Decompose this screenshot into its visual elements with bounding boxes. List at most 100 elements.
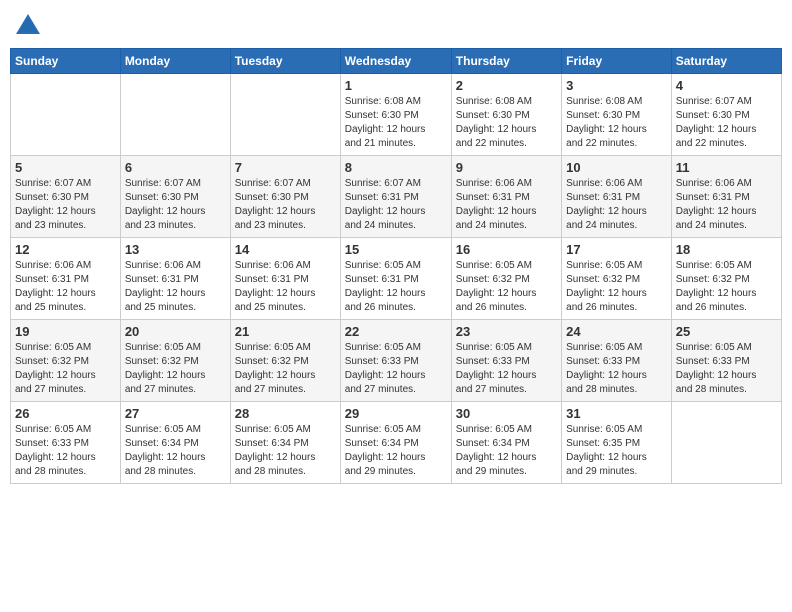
week-row-4: 19 Sunrise: 6:05 AM Sunset: 6:32 PM Dayli…: [11, 320, 782, 402]
day-number: 10: [566, 160, 667, 175]
day-info: Sunrise: 6:05 AM Sunset: 6:32 PM Dayligh…: [235, 341, 336, 397]
calendar-cell: 18Sunrise: 6:05 AM Sunset: 6:32 PM Dayli…: [671, 238, 781, 320]
day-number: 2: [456, 78, 557, 93]
logo: [14, 10, 46, 40]
day-number: 9: [456, 160, 557, 175]
day-number: 21: [235, 324, 336, 339]
day-number: 30: [456, 406, 557, 421]
day-number: 22: [345, 324, 447, 339]
weekday-header-thursday: Thursday: [451, 49, 561, 74]
day-info: Sunrise: 6:06 AM Sunset: 6:31 PM Dayligh…: [456, 177, 557, 233]
day-info: Sunrise: 6:05 AM Sunset: 6:33 PM Dayligh…: [15, 423, 116, 479]
weekday-header-row: SundayMondayTuesdayWednesdayThursdayFrid…: [11, 49, 782, 74]
calendar-cell: 1 Sunrise: 6:08 AM Sunset: 6:30 PM Daylig…: [340, 74, 451, 156]
day-number: 4: [676, 78, 777, 93]
calendar-cell: 14Sunrise: 6:06 AM Sunset: 6:31 PM Dayli…: [230, 238, 340, 320]
page-header: [10, 10, 782, 40]
calendar-cell: 26 Sunrise: 6:05 AM Sunset: 6:33 PM Dayli…: [11, 402, 121, 484]
week-row-5: 26 Sunrise: 6:05 AM Sunset: 6:33 PM Dayli…: [11, 402, 782, 484]
day-number: 24: [566, 324, 667, 339]
calendar-cell: 15 Sunrise: 6:05 AM Sunset: 6:31 PM Dayli…: [340, 238, 451, 320]
day-number: 16: [456, 242, 557, 257]
day-info: Sunrise: 6:05 AM Sunset: 6:33 PM Dayligh…: [566, 341, 667, 397]
day-info: Sunrise: 6:05 AM Sunset: 6:34 PM Dayligh…: [456, 423, 557, 479]
day-number: 28: [235, 406, 336, 421]
calendar-cell: 7 Sunrise: 6:07 AM Sunset: 6:30 PM Daylig…: [230, 156, 340, 238]
calendar-cell: 11Sunrise: 6:06 AM Sunset: 6:31 PM Dayli…: [671, 156, 781, 238]
day-info: Sunrise: 6:07 AM Sunset: 6:30 PM Dayligh…: [235, 177, 336, 233]
calendar-cell: 2Sunrise: 6:08 AM Sunset: 6:30 PM Daylig…: [451, 74, 561, 156]
day-number: 26: [15, 406, 116, 421]
day-info: Sunrise: 6:05 AM Sunset: 6:31 PM Dayligh…: [345, 259, 447, 315]
calendar-cell: 24 Sunrise: 6:05 AM Sunset: 6:33 PM Dayli…: [562, 320, 672, 402]
calendar-table: SundayMondayTuesdayWednesdayThursdayFrid…: [10, 48, 782, 484]
week-row-3: 12 Sunrise: 6:06 AM Sunset: 6:31 PM Dayli…: [11, 238, 782, 320]
calendar-cell: 9 Sunrise: 6:06 AM Sunset: 6:31 PM Daylig…: [451, 156, 561, 238]
day-number: 3: [566, 78, 667, 93]
calendar-cell: 10 Sunrise: 6:06 AM Sunset: 6:31 PM Dayli…: [562, 156, 672, 238]
calendar-cell: [230, 74, 340, 156]
calendar-cell: 19Sunrise: 6:05 AM Sunset: 6:32 PM Dayli…: [11, 320, 121, 402]
weekday-header-tuesday: Tuesday: [230, 49, 340, 74]
day-info: Sunrise: 6:07 AM Sunset: 6:30 PM Dayligh…: [125, 177, 226, 233]
calendar-cell: 6 Sunrise: 6:07 AM Sunset: 6:30 PM Daylig…: [120, 156, 230, 238]
day-number: 1: [345, 78, 447, 93]
day-info: Sunrise: 6:07 AM Sunset: 6:31 PM Dayligh…: [345, 177, 447, 233]
calendar-cell: 22 Sunrise: 6:05 AM Sunset: 6:33 PM Dayli…: [340, 320, 451, 402]
day-info: Sunrise: 6:05 AM Sunset: 6:32 PM Dayligh…: [125, 341, 226, 397]
day-number: 19: [15, 324, 116, 339]
calendar-cell: [671, 402, 781, 484]
calendar-cell: 8 Sunrise: 6:07 AM Sunset: 6:31 PM Daylig…: [340, 156, 451, 238]
day-info: Sunrise: 6:06 AM Sunset: 6:31 PM Dayligh…: [676, 177, 777, 233]
day-info: Sunrise: 6:06 AM Sunset: 6:31 PM Dayligh…: [15, 259, 116, 315]
day-info: Sunrise: 6:06 AM Sunset: 6:31 PM Dayligh…: [566, 177, 667, 233]
day-number: 5: [15, 160, 116, 175]
day-info: Sunrise: 6:07 AM Sunset: 6:30 PM Dayligh…: [15, 177, 116, 233]
calendar-cell: 17 Sunrise: 6:05 AM Sunset: 6:32 PM Dayli…: [562, 238, 672, 320]
day-info: Sunrise: 6:06 AM Sunset: 6:31 PM Dayligh…: [235, 259, 336, 315]
calendar-cell: 20 Sunrise: 6:05 AM Sunset: 6:32 PM Dayli…: [120, 320, 230, 402]
weekday-header-monday: Monday: [120, 49, 230, 74]
day-number: 20: [125, 324, 226, 339]
calendar-cell: 3 Sunrise: 6:08 AM Sunset: 6:30 PM Daylig…: [562, 74, 672, 156]
calendar-cell: 27 Sunrise: 6:05 AM Sunset: 6:34 PM Dayli…: [120, 402, 230, 484]
day-info: Sunrise: 6:07 AM Sunset: 6:30 PM Dayligh…: [676, 95, 777, 151]
week-row-1: 1 Sunrise: 6:08 AM Sunset: 6:30 PM Daylig…: [11, 74, 782, 156]
day-info: Sunrise: 6:06 AM Sunset: 6:31 PM Dayligh…: [125, 259, 226, 315]
calendar-cell: 29 Sunrise: 6:05 AM Sunset: 6:34 PM Dayli…: [340, 402, 451, 484]
day-info: Sunrise: 6:05 AM Sunset: 6:33 PM Dayligh…: [456, 341, 557, 397]
weekday-header-wednesday: Wednesday: [340, 49, 451, 74]
day-number: 17: [566, 242, 667, 257]
day-number: 13: [125, 242, 226, 257]
day-info: Sunrise: 6:08 AM Sunset: 6:30 PM Dayligh…: [345, 95, 447, 151]
day-number: 27: [125, 406, 226, 421]
calendar-cell: 28 Sunrise: 6:05 AM Sunset: 6:34 PM Dayli…: [230, 402, 340, 484]
calendar-cell: 21 Sunrise: 6:05 AM Sunset: 6:32 PM Dayli…: [230, 320, 340, 402]
weekday-header-friday: Friday: [562, 49, 672, 74]
calendar-cell: 25 Sunrise: 6:05 AM Sunset: 6:33 PM Dayli…: [671, 320, 781, 402]
logo-icon: [14, 12, 42, 40]
day-info: Sunrise: 6:05 AM Sunset: 6:33 PM Dayligh…: [345, 341, 447, 397]
day-number: 12: [15, 242, 116, 257]
day-info: Sunrise: 6:05 AM Sunset: 6:34 PM Dayligh…: [125, 423, 226, 479]
day-number: 8: [345, 160, 447, 175]
day-number: 25: [676, 324, 777, 339]
day-number: 15: [345, 242, 447, 257]
weekday-header-sunday: Sunday: [11, 49, 121, 74]
day-info: Sunrise: 6:05 AM Sunset: 6:33 PM Dayligh…: [676, 341, 777, 397]
day-info: Sunrise: 6:05 AM Sunset: 6:35 PM Dayligh…: [566, 423, 667, 479]
calendar-cell: 5 Sunrise: 6:07 AM Sunset: 6:30 PM Daylig…: [11, 156, 121, 238]
day-info: Sunrise: 6:08 AM Sunset: 6:30 PM Dayligh…: [566, 95, 667, 151]
week-row-2: 5 Sunrise: 6:07 AM Sunset: 6:30 PM Daylig…: [11, 156, 782, 238]
calendar-cell: 23Sunrise: 6:05 AM Sunset: 6:33 PM Dayli…: [451, 320, 561, 402]
day-number: 31: [566, 406, 667, 421]
day-info: Sunrise: 6:05 AM Sunset: 6:34 PM Dayligh…: [235, 423, 336, 479]
day-number: 29: [345, 406, 447, 421]
calendar-cell: 31 Sunrise: 6:05 AM Sunset: 6:35 PM Dayli…: [562, 402, 672, 484]
day-info: Sunrise: 6:05 AM Sunset: 6:34 PM Dayligh…: [345, 423, 447, 479]
day-number: 6: [125, 160, 226, 175]
day-number: 7: [235, 160, 336, 175]
day-info: Sunrise: 6:05 AM Sunset: 6:32 PM Dayligh…: [566, 259, 667, 315]
calendar-cell: [120, 74, 230, 156]
calendar-cell: 30 Sunrise: 6:05 AM Sunset: 6:34 PM Dayli…: [451, 402, 561, 484]
